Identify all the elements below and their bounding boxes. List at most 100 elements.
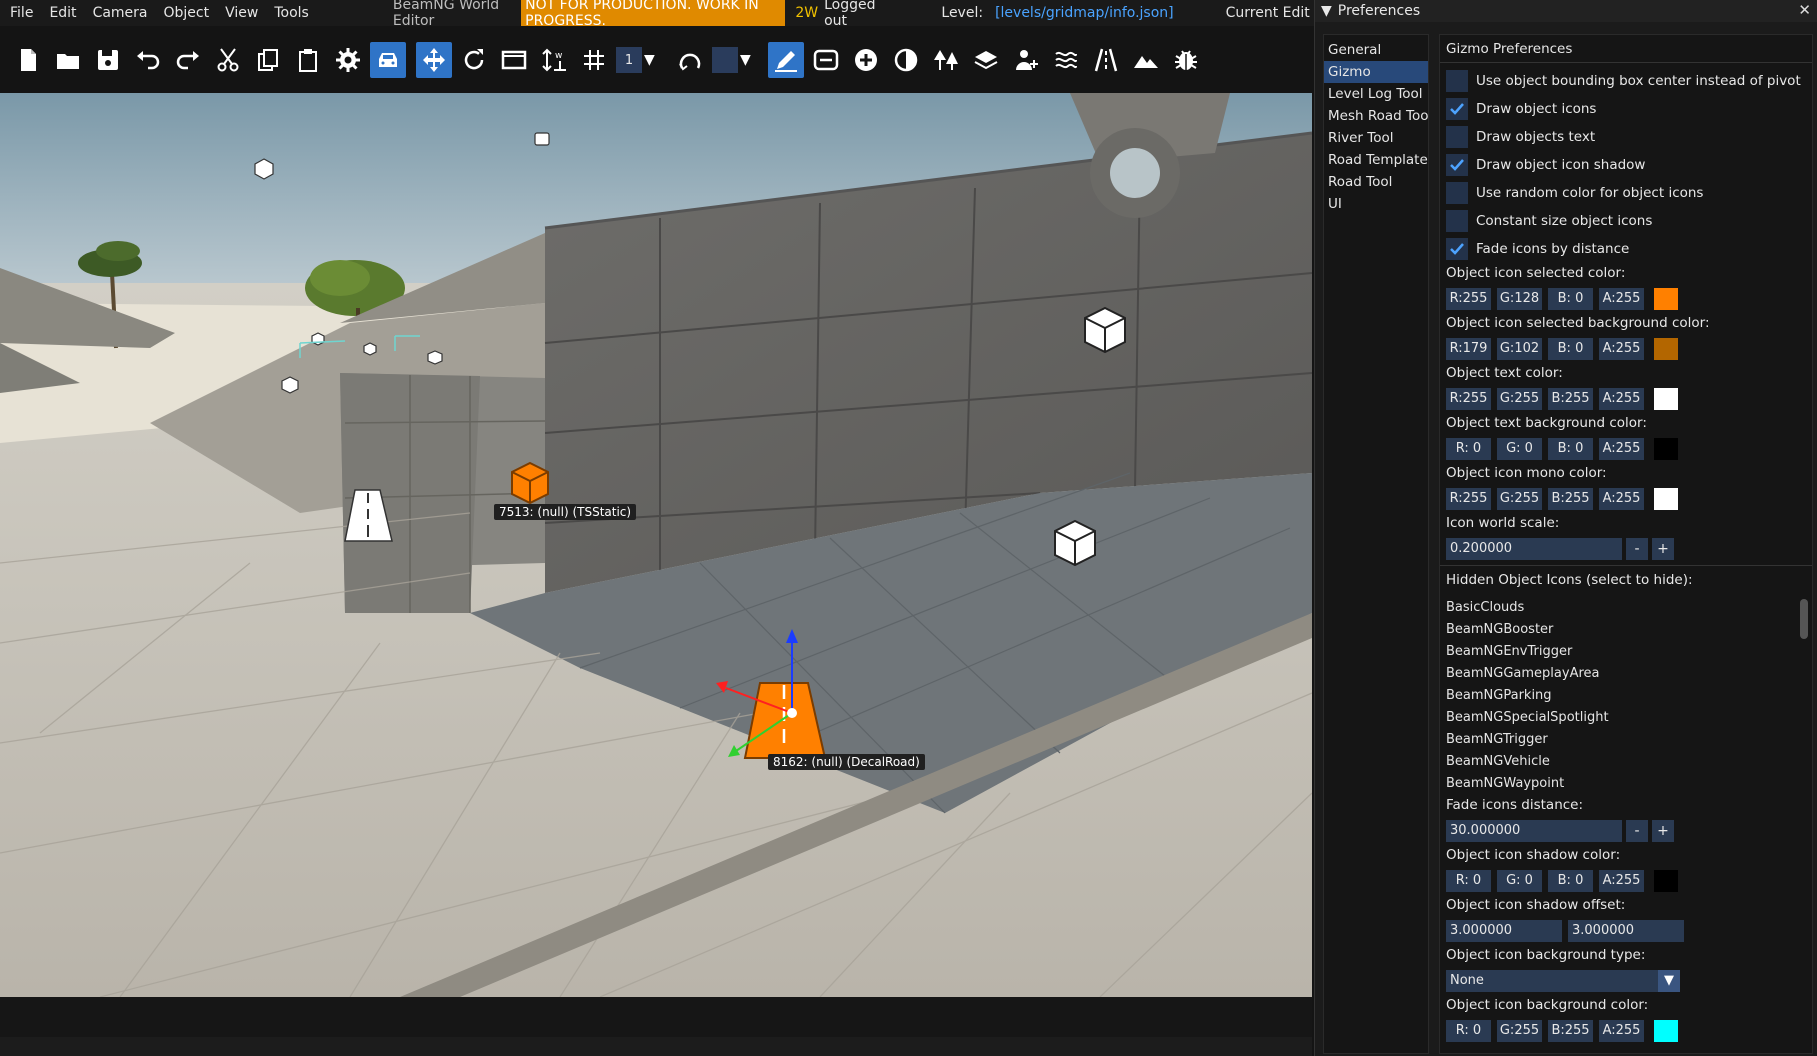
- green-field[interactable]: G:255: [1497, 387, 1542, 410]
- increment-button[interactable]: +: [1652, 819, 1674, 842]
- green-field[interactable]: G: 0: [1497, 437, 1542, 460]
- add-icon[interactable]: [848, 42, 884, 78]
- checkbox[interactable]: [1446, 98, 1468, 120]
- increment-button[interactable]: +: [1652, 537, 1674, 560]
- color-swatch[interactable]: [1654, 337, 1678, 360]
- rotate-icon[interactable]: [456, 42, 492, 78]
- checkbox-row[interactable]: Draw object icons: [1446, 95, 1806, 123]
- small-cube-icon[interactable]: [363, 342, 377, 356]
- menu-edit[interactable]: Edit: [41, 5, 84, 21]
- color-swatch[interactable]: [1654, 437, 1678, 460]
- checkbox-row[interactable]: Use object bounding box center instead o…: [1446, 67, 1806, 95]
- menu-view[interactable]: View: [217, 5, 266, 21]
- object-cube-icon[interactable]: [1054, 519, 1096, 567]
- copy-icon[interactable]: [250, 42, 286, 78]
- nav-road-tool[interactable]: Road Tool: [1324, 171, 1428, 193]
- object-cube-icon-selected[interactable]: [511, 461, 549, 505]
- level-path[interactable]: [levels/gridmap/info.json]: [995, 5, 1174, 21]
- dropdown-arrow-icon[interactable]: ▼: [1658, 969, 1680, 992]
- list-item[interactable]: BeamNGVehicle: [1446, 751, 1806, 773]
- river-icon[interactable]: [1048, 42, 1084, 78]
- vehicle-icon[interactable]: [370, 42, 406, 78]
- green-field[interactable]: G:102: [1497, 337, 1542, 360]
- alpha-field[interactable]: A:255: [1599, 487, 1644, 510]
- alpha-field[interactable]: A:255: [1599, 337, 1644, 360]
- hidden-icons-list[interactable]: BasicClouds BeamNGBooster BeamNGEnvTrigg…: [1440, 597, 1812, 795]
- checkbox[interactable]: [1446, 182, 1468, 204]
- nav-river-tool[interactable]: River Tool: [1324, 127, 1428, 149]
- red-field[interactable]: R: 0: [1446, 1019, 1491, 1042]
- nav-level-log-tool[interactable]: Level Log Tool: [1324, 83, 1428, 105]
- checkbox[interactable]: [1446, 154, 1468, 176]
- list-item[interactable]: BeamNGSpecialSpotlight: [1446, 707, 1806, 729]
- checkbox[interactable]: [1446, 210, 1468, 232]
- color-dropdown-icon[interactable]: ▼: [740, 52, 758, 68]
- blue-field[interactable]: B:255: [1548, 1019, 1593, 1042]
- open-folder-icon[interactable]: [50, 42, 86, 78]
- blue-field[interactable]: B: 0: [1548, 869, 1593, 892]
- paste-icon[interactable]: [290, 42, 326, 78]
- save-icon[interactable]: [90, 42, 126, 78]
- icon-world-scale-input[interactable]: 0.200000: [1446, 537, 1622, 560]
- color-swatch[interactable]: [1654, 487, 1678, 510]
- new-file-icon[interactable]: [10, 42, 46, 78]
- snap-dropdown-icon[interactable]: ▼: [644, 52, 662, 68]
- list-item[interactable]: BeamNGTrigger: [1446, 729, 1806, 751]
- menu-camera[interactable]: Camera: [85, 5, 156, 21]
- scene-viewport[interactable]: 7513: (null) (TSStatic) 8162: (null) (De…: [0, 93, 1312, 997]
- camera-icon[interactable]: [534, 132, 550, 146]
- checkbox-row[interactable]: Fade icons by distance: [1446, 235, 1806, 263]
- checkbox-row[interactable]: Draw object icon shadow: [1446, 151, 1806, 179]
- list-item[interactable]: BeamNGParking: [1446, 685, 1806, 707]
- small-cube-icon[interactable]: [311, 332, 325, 346]
- mountain-icon[interactable]: [1128, 42, 1164, 78]
- red-field[interactable]: R:179: [1446, 337, 1491, 360]
- color-field[interactable]: [712, 47, 738, 73]
- blue-field[interactable]: B: 0: [1548, 437, 1593, 460]
- debug-icon[interactable]: [1168, 42, 1204, 78]
- checkbox[interactable]: [1446, 70, 1468, 92]
- decrement-button[interactable]: -: [1626, 819, 1648, 842]
- rotate-snap-icon[interactable]: [672, 42, 708, 78]
- alpha-field[interactable]: A:255: [1599, 1019, 1644, 1042]
- list-item[interactable]: BasicClouds: [1446, 597, 1806, 619]
- checkbox-row[interactable]: Draw objects text: [1446, 123, 1806, 151]
- list-item[interactable]: BeamNGEnvTrigger: [1446, 641, 1806, 663]
- red-field[interactable]: R:255: [1446, 487, 1491, 510]
- forest-icon[interactable]: [928, 42, 964, 78]
- undo-icon[interactable]: [130, 42, 166, 78]
- nav-gizmo[interactable]: Gizmo: [1324, 61, 1428, 83]
- shadow-offset-y-input[interactable]: 3.000000: [1568, 919, 1684, 942]
- color-swatch[interactable]: [1654, 287, 1678, 310]
- object-cube-icon[interactable]: [1084, 306, 1126, 354]
- preferences-titlebar[interactable]: ▼ Preferences ✕: [1315, 0, 1817, 22]
- color-swatch[interactable]: [1654, 1019, 1678, 1042]
- list-item[interactable]: BeamNGWaypoint: [1446, 773, 1806, 795]
- collapse-icon[interactable]: ▼: [1321, 3, 1332, 19]
- edit-icon[interactable]: [768, 42, 804, 78]
- move-icon[interactable]: [416, 42, 452, 78]
- green-field[interactable]: G:128: [1497, 287, 1542, 310]
- red-field[interactable]: R:255: [1446, 387, 1491, 410]
- green-field[interactable]: G: 0: [1497, 869, 1542, 892]
- cut-icon[interactable]: [210, 42, 246, 78]
- grid-snap-icon[interactable]: [576, 42, 612, 78]
- settings-icon[interactable]: [330, 42, 366, 78]
- terrain-icon[interactable]: [888, 42, 924, 78]
- nav-general[interactable]: General: [1324, 39, 1428, 61]
- bg-type-dropdown[interactable]: None ▼: [1446, 969, 1680, 992]
- checkbox[interactable]: [1446, 238, 1468, 260]
- alpha-field[interactable]: A:255: [1599, 387, 1644, 410]
- checkbox[interactable]: [1446, 126, 1468, 148]
- menu-tools[interactable]: Tools: [266, 5, 317, 21]
- nav-road-templates[interactable]: Road Templates: [1324, 149, 1428, 171]
- nav-mesh-road-tool[interactable]: Mesh Road Tool: [1324, 105, 1428, 127]
- color-swatch[interactable]: [1654, 869, 1678, 892]
- decal-road-icon[interactable]: [808, 42, 844, 78]
- list-item[interactable]: BeamNGBooster: [1446, 619, 1806, 641]
- red-field[interactable]: R: 0: [1446, 869, 1491, 892]
- nav-ui[interactable]: UI: [1324, 193, 1428, 215]
- small-cube-icon[interactable]: [427, 350, 443, 365]
- checkbox-row[interactable]: Constant size object icons: [1446, 207, 1806, 235]
- menu-file[interactable]: File: [0, 5, 41, 21]
